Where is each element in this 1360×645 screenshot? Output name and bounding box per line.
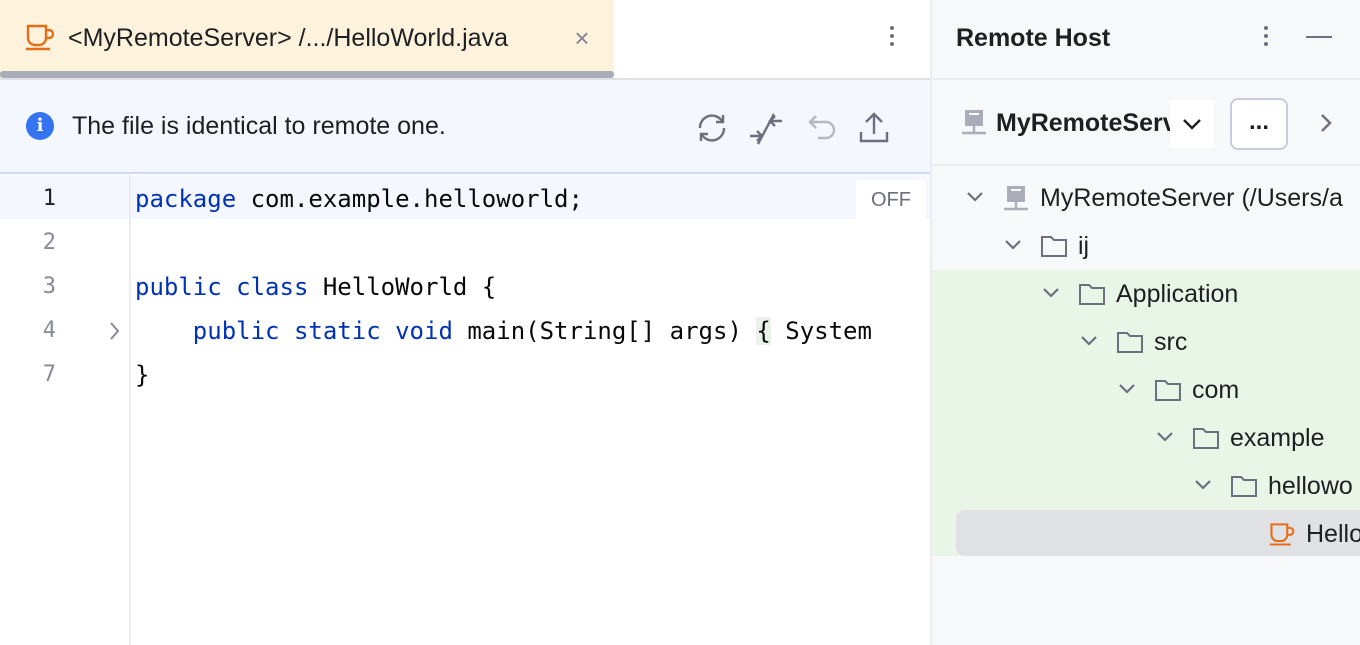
- revert-icon: [800, 108, 840, 148]
- more-button[interactable]: ...: [1230, 98, 1288, 150]
- folder-icon: [1040, 232, 1068, 260]
- upload-icon: [854, 108, 894, 148]
- chevron-down-icon[interactable]: [1002, 234, 1024, 256]
- sync-icon: [692, 108, 732, 148]
- line-number: 3: [0, 265, 56, 309]
- tab-title: <MyRemoteServer> /.../HelloWorld.java: [68, 22, 508, 54]
- editor-pane: <MyRemoteServer> /.../HelloWorld.java × …: [0, 0, 930, 645]
- remote-host-header: Remote Host: [932, 0, 1360, 80]
- folded-region-brace[interactable]: {: [756, 317, 770, 345]
- tree-node-label: example: [1230, 420, 1325, 456]
- panel-options-icon[interactable]: [1262, 22, 1270, 52]
- line-number: 7: [0, 353, 56, 397]
- chevron-down-icon: [1170, 100, 1214, 148]
- code-indent: [135, 317, 193, 345]
- remote-host-toolbar: MyRemoteServer ...: [932, 80, 1360, 166]
- code-text: HelloWorld {: [308, 273, 496, 301]
- expand-fold-icon[interactable]: [104, 309, 126, 353]
- line-number: 2: [0, 221, 56, 265]
- tree-node-label: Application: [1116, 276, 1238, 312]
- code-text: com.example.helloworld;: [236, 185, 583, 213]
- revert-button[interactable]: [800, 108, 840, 148]
- code-text: }: [135, 361, 149, 389]
- java-file-icon: [24, 22, 56, 52]
- info-icon: i: [26, 112, 54, 140]
- editor-tab-helloworld[interactable]: <MyRemoteServer> /.../HelloWorld.java ×: [0, 0, 614, 78]
- keyword: public: [135, 273, 222, 301]
- code-line-1[interactable]: package com.example.helloworld;: [135, 177, 583, 221]
- selected-row-highlight: [956, 510, 1360, 556]
- server-dropdown-button[interactable]: [1170, 100, 1214, 148]
- tree-node-label: hellowo: [1268, 468, 1353, 504]
- diff-status-banner: i The file is identical to remote one.: [0, 80, 930, 174]
- editor-tab-bar: <MyRemoteServer> /.../HelloWorld.java ×: [0, 0, 930, 80]
- chevron-right-icon[interactable]: [1312, 106, 1340, 140]
- folder-icon: [1116, 328, 1144, 356]
- sync-button[interactable]: [692, 108, 732, 148]
- code-line-3[interactable]: public class HelloWorld {: [135, 265, 496, 309]
- keyword: static: [294, 317, 381, 345]
- compare-icon: [746, 108, 786, 148]
- java-file-icon: [1268, 520, 1296, 548]
- tree-node-label: com: [1192, 372, 1239, 408]
- folder-icon: [1078, 280, 1106, 308]
- tab-options-menu-icon[interactable]: [888, 22, 896, 52]
- keyword: public: [193, 317, 280, 345]
- keyword: class: [236, 273, 308, 301]
- upload-button[interactable]: [854, 108, 894, 148]
- code-text: main(String[] args): [453, 317, 756, 345]
- inlay-off-badge[interactable]: OFF: [856, 180, 926, 220]
- server-selector[interactable]: MyRemoteServer: [996, 106, 1170, 140]
- banner-message: The file is identical to remote one.: [72, 108, 446, 144]
- code-line-4[interactable]: public static void main(String[] args) {…: [135, 309, 872, 353]
- panel-title: Remote Host: [956, 22, 1110, 54]
- server-icon: [1002, 184, 1030, 212]
- folder-icon: [1154, 376, 1182, 404]
- active-tab-indicator: [0, 71, 614, 78]
- chevron-down-icon[interactable]: [1078, 330, 1100, 352]
- code-line-7[interactable]: }: [135, 353, 149, 397]
- line-number: 4: [0, 309, 56, 353]
- close-tab-icon[interactable]: ×: [568, 22, 596, 54]
- tree-node-label: ij: [1078, 228, 1089, 264]
- remote-host-panel: Remote Host MyRemoteServer ...: [932, 0, 1360, 645]
- keyword: void: [395, 317, 453, 345]
- tree-node-label: src: [1154, 324, 1187, 360]
- minimize-icon[interactable]: [1306, 36, 1332, 38]
- folder-icon: [1230, 472, 1258, 500]
- chevron-down-icon[interactable]: [1192, 474, 1214, 496]
- folder-icon: [1192, 424, 1220, 452]
- server-icon: [960, 108, 988, 136]
- chevron-down-icon[interactable]: [1116, 378, 1138, 400]
- compare-button[interactable]: [746, 108, 786, 148]
- keyword: package: [135, 185, 236, 213]
- chevron-down-icon[interactable]: [1040, 282, 1062, 304]
- line-number: 1: [0, 177, 56, 221]
- code-text: System: [771, 317, 872, 345]
- chevron-down-icon[interactable]: [964, 186, 986, 208]
- tree-node-label: Hello: [1306, 516, 1360, 552]
- tree-node-label: MyRemoteServer (/Users/a: [1040, 180, 1343, 216]
- chevron-down-icon[interactable]: [1154, 426, 1176, 448]
